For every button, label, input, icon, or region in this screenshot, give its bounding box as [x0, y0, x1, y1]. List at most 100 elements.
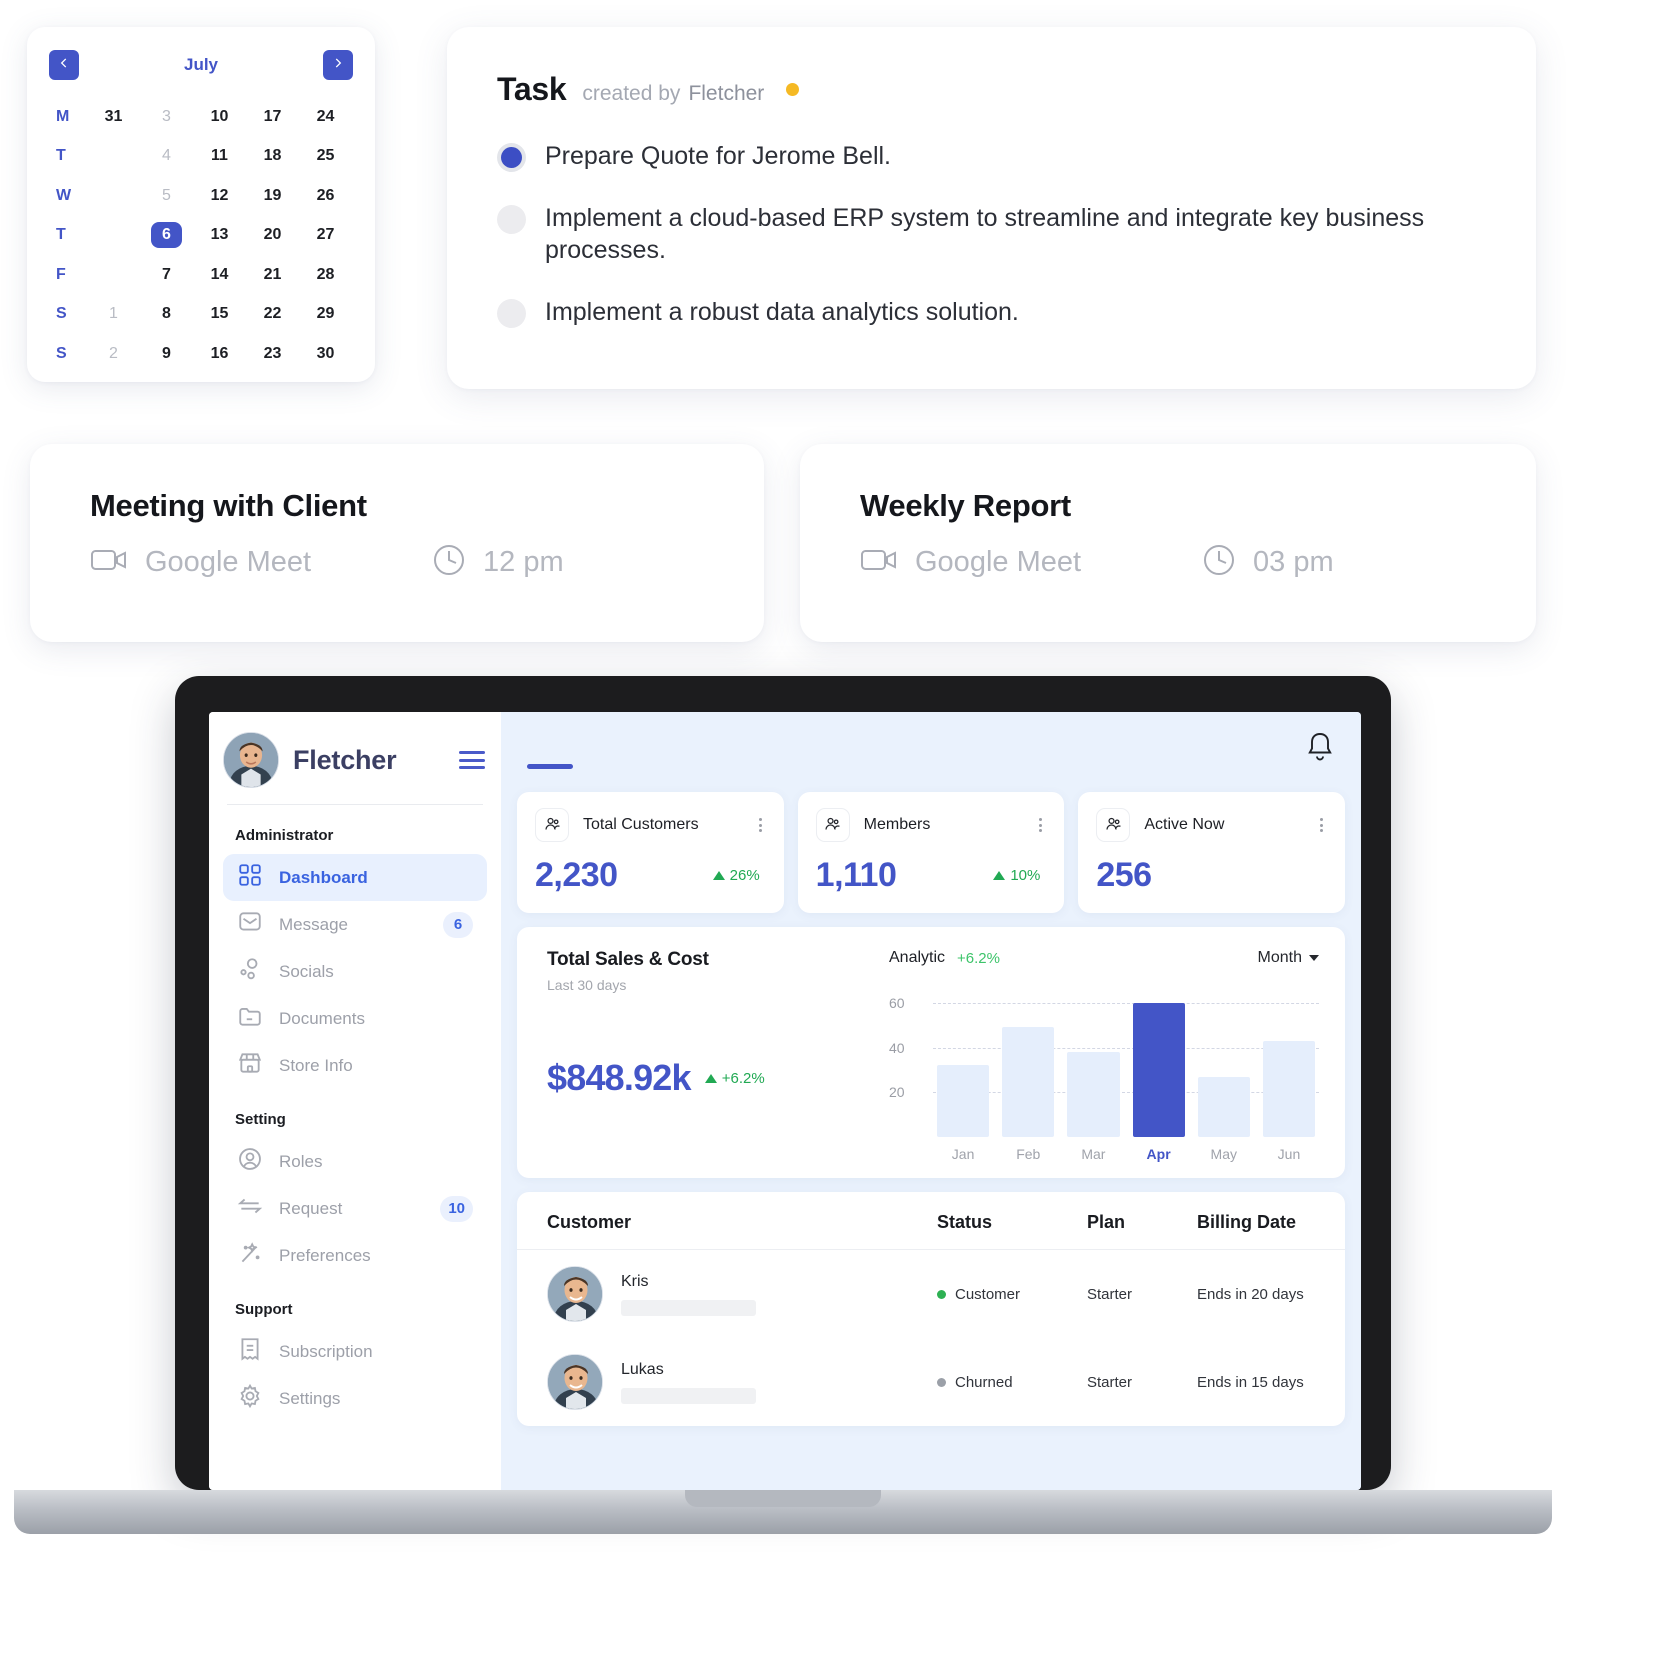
calendar-day[interactable]: 30 — [299, 345, 352, 363]
calendar-day[interactable]: 22 — [246, 305, 299, 323]
task-checkbox[interactable] — [497, 299, 526, 328]
sidebar-item-socials[interactable]: Socials — [223, 948, 487, 995]
video-camera-icon — [90, 546, 128, 579]
chart-bar[interactable] — [1197, 1076, 1250, 1137]
chart-bar[interactable] — [1002, 1027, 1055, 1137]
table-row[interactable]: Lukas Churned Starter Ends in 15 days — [517, 1338, 1345, 1426]
receipt-icon — [237, 1336, 263, 1367]
sidebar-item-roles[interactable]: Roles — [223, 1138, 487, 1185]
cell-status: Customer — [937, 1286, 1087, 1303]
more-options-icon[interactable] — [1316, 814, 1327, 836]
calendar-day[interactable]: 9 — [140, 345, 193, 363]
clock-icon — [431, 542, 467, 583]
chevron-right-icon — [331, 56, 345, 75]
calendar-day[interactable]: 7 — [140, 266, 193, 284]
calendar-week-row: F 7 14 21 28 — [49, 255, 353, 295]
calendar-day[interactable]: 26 — [299, 187, 352, 205]
calendar-day[interactable]: 28 — [299, 266, 352, 284]
sidebar-item-settings[interactable]: Settings — [223, 1375, 487, 1422]
sidebar-item-store-info[interactable]: Store Info — [223, 1042, 487, 1089]
calendar-day[interactable]: 29 — [299, 305, 352, 323]
calendar-day[interactable]: 17 — [246, 108, 299, 126]
calendar-day[interactable]: 2 — [87, 345, 140, 363]
chart-bar[interactable] — [1132, 1002, 1185, 1137]
bell-icon[interactable] — [1305, 731, 1335, 768]
chart-bar[interactable] — [1067, 1052, 1120, 1137]
task-item[interactable]: Implement a robust data analytics soluti… — [497, 296, 1486, 328]
stat-card-delta-label: 26% — [729, 867, 760, 884]
sidebar-item-label: Dashboard — [279, 867, 368, 887]
sales-title: Total Sales & Cost — [547, 949, 709, 970]
stat-card: Active Now 256 — [1078, 792, 1346, 913]
analytic-chart-panel: Analytic +6.2% Month 20 40 60 Jan Feb Mar Apr… — [877, 949, 1319, 1162]
task-checkbox[interactable] — [497, 205, 526, 234]
calendar-day-selected[interactable]: 6 — [140, 222, 193, 249]
sales-summary: Total Sales & Cost Last 30 days $848.92k… — [547, 949, 877, 1162]
sidebar-item-preferences[interactable]: Preferences — [223, 1232, 487, 1279]
hamburger-menu-icon[interactable] — [459, 751, 485, 769]
sidebar-item-documents[interactable]: Documents — [223, 995, 487, 1042]
calendar-day[interactable]: 19 — [246, 187, 299, 205]
period-selector[interactable]: Month — [1258, 949, 1319, 967]
chart-y-tick: 20 — [889, 1084, 905, 1101]
calendar-next-button[interactable] — [323, 50, 353, 80]
socials-icon — [237, 956, 263, 987]
sidebar-item-request[interactable]: Request 10 — [223, 1185, 487, 1232]
store-icon — [237, 1050, 263, 1081]
customer-info: Kris — [621, 1273, 756, 1316]
chart-y-tick: 40 — [889, 1039, 905, 1056]
analytic-bar-chart: 20 40 60 — [889, 985, 1319, 1137]
cell-plan: Starter — [1087, 1373, 1133, 1391]
more-options-icon[interactable] — [1035, 814, 1046, 836]
calendar-day[interactable]: 25 — [299, 147, 352, 165]
status-label: Customer — [955, 1285, 1021, 1303]
more-options-icon[interactable] — [755, 814, 766, 836]
calendar-day[interactable]: 3 — [140, 108, 193, 126]
sidebar-item-message[interactable]: Message 6 — [223, 901, 487, 948]
task-title: Task — [497, 71, 567, 107]
chevron-down-icon — [1309, 955, 1319, 961]
calendar-day[interactable]: 27 — [299, 226, 352, 244]
meeting-card-2[interactable]: Weekly Report Google Meet 03 pm — [800, 444, 1536, 642]
meeting-card-1[interactable]: Meeting with Client Google Meet 12 pm — [30, 444, 764, 642]
calendar-day[interactable]: 1 — [87, 305, 140, 323]
sales-amount-row: $848.92k +6.2% — [547, 1057, 877, 1099]
task-checkbox[interactable] — [497, 143, 526, 172]
calendar-day[interactable]: 5 — [140, 187, 193, 205]
sidebar-navigation: Administrator Dashboard Message 6 Socials Doc… — [209, 805, 501, 1422]
calendar-day[interactable]: 10 — [193, 108, 246, 126]
chart-x-label: Jun — [1277, 1146, 1301, 1162]
calendar-day[interactable]: 13 — [193, 226, 246, 244]
calendar-day[interactable]: 20 — [246, 226, 299, 244]
calendar-prev-button[interactable] — [49, 50, 79, 80]
chart-x-label: Apr — [1146, 1146, 1171, 1162]
table-row[interactable]: Kris Customer Starter Ends in 20 days — [517, 1250, 1345, 1338]
calendar-day[interactable]: 8 — [140, 305, 193, 323]
task-item[interactable]: Implement a cloud-based ERP system to st… — [497, 202, 1486, 266]
calendar-day[interactable]: 12 — [193, 187, 246, 205]
calendar-day[interactable]: 21 — [246, 266, 299, 284]
task-item[interactable]: Prepare Quote for Jerome Bell. — [497, 140, 1486, 172]
stat-card-value: 1,110 — [815, 856, 897, 894]
chart-bar[interactable] — [937, 1065, 990, 1137]
task-creator-name: Fletcher — [688, 82, 765, 105]
sidebar-item-subscription[interactable]: Subscription — [223, 1328, 487, 1375]
sidebar-item-label: Message — [279, 914, 348, 934]
calendar-day[interactable]: 24 — [299, 108, 352, 126]
calendar-day[interactable]: 23 — [246, 345, 299, 363]
calendar-day[interactable]: 16 — [193, 345, 246, 363]
sales-delta-label: +6.2% — [721, 1069, 765, 1087]
sidebar-item-dashboard[interactable]: Dashboard — [223, 854, 487, 901]
task-creator-line: created by Fletcher — [582, 82, 764, 106]
calendar-day[interactable]: 31 — [87, 108, 140, 126]
calendar-day[interactable]: 15 — [193, 305, 246, 323]
cell-customer: Lukas — [547, 1354, 937, 1410]
calendar-day[interactable]: 11 — [193, 147, 246, 165]
cell-billing-date: Ends in 15 days — [1197, 1373, 1304, 1391]
calendar-day[interactable]: 4 — [140, 147, 193, 165]
chart-bar[interactable] — [1262, 1040, 1316, 1137]
sidebar-item-label: Request — [279, 1198, 343, 1218]
calendar-day[interactable]: 14 — [193, 266, 246, 284]
calendar-day[interactable]: 18 — [246, 147, 299, 165]
calendar-week-row: W 5 12 19 26 — [49, 176, 353, 216]
